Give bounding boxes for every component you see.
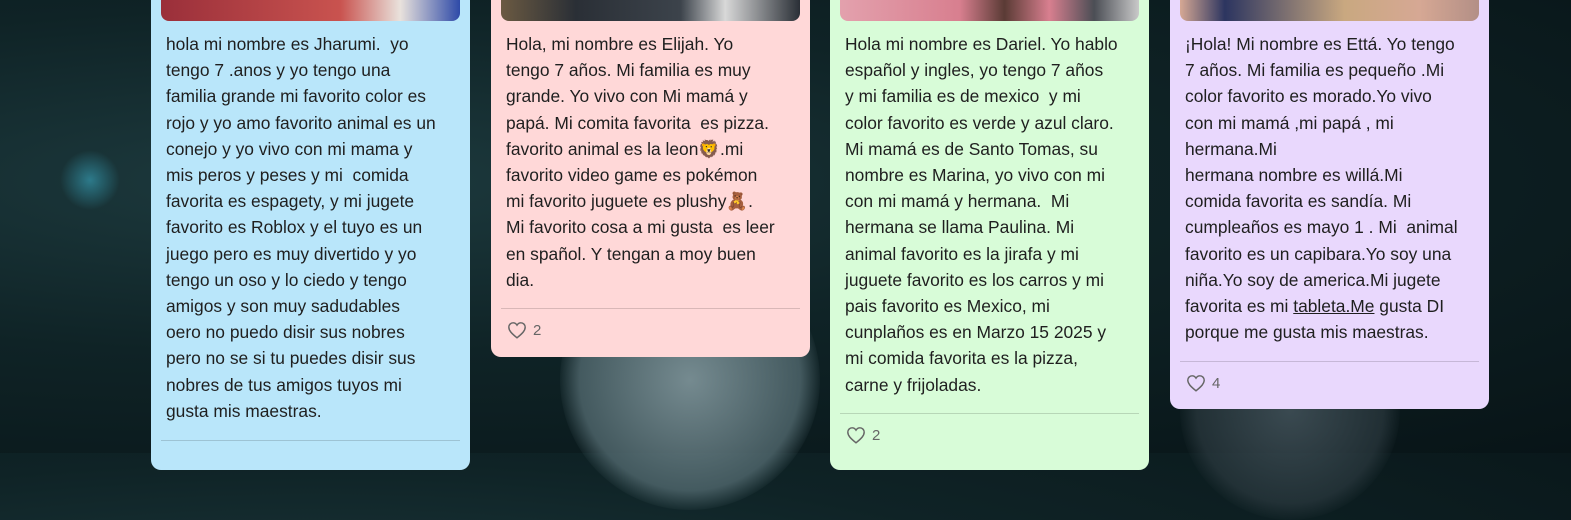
teddy-bear-emoji: 🧸 bbox=[726, 191, 749, 212]
post-text: Hola mi nombre es Dariel. Yo hablo españ… bbox=[845, 34, 1118, 395]
post-photo bbox=[1180, 0, 1479, 21]
post-divider bbox=[501, 308, 800, 309]
post-link[interactable]: tableta.Me bbox=[1293, 296, 1374, 316]
heart-icon bbox=[1187, 375, 1205, 392]
post-text-part: ¡Hola! Mi nombre es Ettá. Yo tengo 7 año… bbox=[1185, 34, 1458, 317]
lion-emoji: 🦁 bbox=[698, 138, 721, 159]
post-card-etta[interactable]: ¡Hola! Mi nombre es Ettá. Yo tengo 7 año… bbox=[1170, 0, 1489, 409]
post-card-dariel[interactable]: Hola mi nombre es Dariel. Yo hablo españ… bbox=[830, 0, 1149, 470]
like-button[interactable]: 4 bbox=[1186, 374, 1220, 392]
heart-icon bbox=[847, 427, 865, 444]
post-card-elijah[interactable]: Hola, mi nombre es Elijah. Yo tengo 7 añ… bbox=[491, 0, 810, 357]
post-photo bbox=[501, 0, 800, 21]
like-count: 2 bbox=[872, 426, 881, 444]
heart-icon bbox=[508, 322, 526, 339]
like-button[interactable]: 2 bbox=[846, 426, 880, 444]
post-text: ¡Hola! Mi nombre es Ettá. Yo tengo 7 año… bbox=[1185, 31, 1475, 345]
post-divider bbox=[161, 440, 460, 441]
post-divider bbox=[840, 413, 1139, 414]
like-count: 4 bbox=[1212, 374, 1221, 392]
post-divider bbox=[1180, 361, 1479, 362]
like-button[interactable]: 2 bbox=[507, 321, 541, 339]
post-text: hola mi nombre es Jharumi. yo tengo 7 .a… bbox=[166, 34, 436, 421]
background-light bbox=[60, 150, 120, 210]
post-card-jharumi[interactable]: hola mi nombre es Jharumi. yo tengo 7 .a… bbox=[151, 0, 470, 470]
post-text: Hola, mi nombre es Elijah. Yo tengo 7 añ… bbox=[506, 31, 796, 293]
post-photo bbox=[161, 0, 460, 21]
post-photo bbox=[840, 0, 1139, 21]
like-count: 2 bbox=[533, 321, 542, 339]
